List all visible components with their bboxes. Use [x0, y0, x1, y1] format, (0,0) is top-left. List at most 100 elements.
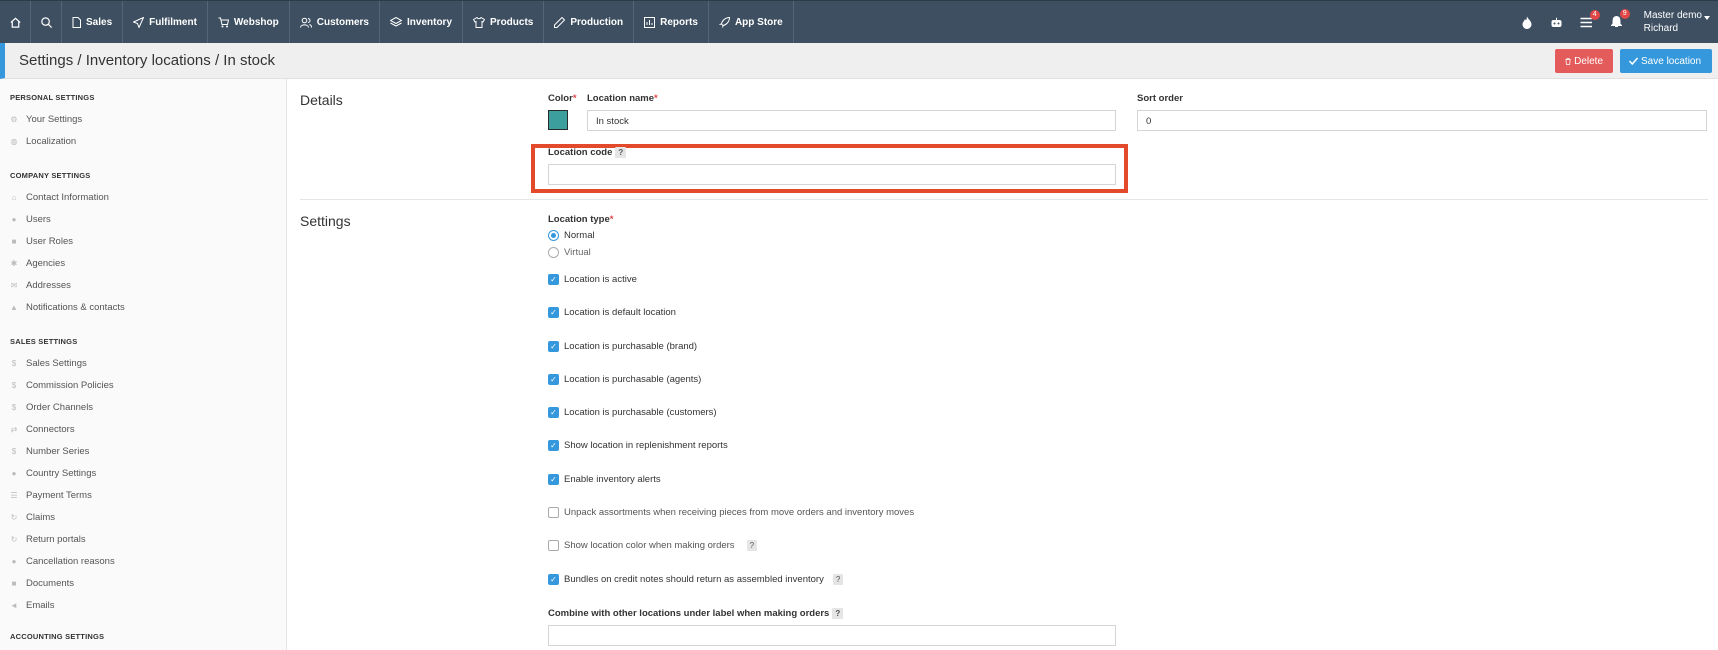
- check-icon: [1629, 57, 1638, 65]
- lock-icon: ■: [11, 237, 17, 246]
- combine-label-input[interactable]: [548, 625, 1116, 646]
- checkbox[interactable]: ✓: [548, 474, 559, 485]
- nav-inventory[interactable]: Inventory: [380, 1, 464, 43]
- radio-button[interactable]: [548, 247, 559, 258]
- robot-icon[interactable]: [1542, 17, 1572, 28]
- sidebar-item-connectors[interactable]: ⇄ Connectors: [10, 424, 75, 435]
- sidebar-item-payment-terms[interactable]: ☰ Payment Terms: [10, 490, 91, 501]
- sidebar-item-number-series[interactable]: $ Number Series: [10, 446, 90, 457]
- nav-sales[interactable]: Sales: [62, 1, 124, 43]
- color-picker[interactable]: [548, 110, 568, 130]
- nav-production[interactable]: Production: [544, 1, 635, 43]
- bell-icon: ▲: [10, 303, 18, 312]
- home-icon[interactable]: [0, 1, 31, 43]
- sidebar-item-label: Localization: [26, 136, 77, 147]
- checkbox[interactable]: ✓: [548, 407, 559, 418]
- checkbox[interactable]: ✓: [548, 274, 559, 285]
- checkbox-location-active[interactable]: ✓ Location is active: [548, 274, 637, 285]
- checkbox-unpack-assortments[interactable]: Unpack assortments when receiving pieces…: [548, 507, 914, 518]
- help-icon[interactable]: ?: [832, 574, 844, 585]
- help-icon[interactable]: ?: [832, 608, 844, 619]
- save-location-button[interactable]: Save location: [1620, 49, 1712, 73]
- checkbox[interactable]: ✓: [548, 307, 559, 318]
- nav-products-label: Products: [490, 16, 534, 28]
- checkbox-label: Bundles on credit notes should return as…: [564, 574, 824, 585]
- envelope-icon: ✉: [10, 281, 18, 290]
- sidebar-item-label: Documents: [26, 578, 75, 589]
- radio-button[interactable]: [548, 230, 559, 241]
- details-section-title: Details: [300, 92, 343, 108]
- delete-button[interactable]: Delete: [1555, 49, 1613, 73]
- send-icon: [133, 16, 145, 28]
- sidebar-item-commission-policies[interactable]: $ Commission Policies: [10, 380, 114, 391]
- user-menu[interactable]: Master demo Richard: [1644, 9, 1702, 35]
- checkbox[interactable]: ✓: [548, 341, 559, 352]
- settings-section-title: Settings: [300, 213, 351, 229]
- checkbox-bundles-credit-notes[interactable]: ✓ Bundles on credit notes should return a…: [548, 574, 844, 585]
- list-icon[interactable]: 4: [1572, 9, 1602, 28]
- checkbox-purchasable-agents[interactable]: ✓ Location is purchasable (agents): [548, 374, 701, 385]
- checkbox[interactable]: ✓: [548, 374, 559, 385]
- fire-icon[interactable]: [1512, 16, 1542, 29]
- sidebar-item-user-roles[interactable]: ■ User Roles: [10, 236, 73, 247]
- sidebar-item-notifications[interactable]: ▲ Notifications & contacts: [10, 302, 125, 313]
- location-name-input[interactable]: In stock: [587, 110, 1116, 131]
- checkbox-replenishment-reports[interactable]: ✓ Show location in replenishment reports: [548, 440, 728, 451]
- sidebar-item-order-channels[interactable]: $ Order Channels: [10, 402, 93, 413]
- home-icon: ⌂: [11, 193, 17, 202]
- radio-virtual[interactable]: Virtual: [548, 247, 591, 258]
- nav-app-store[interactable]: App Store: [709, 1, 794, 43]
- radio-normal[interactable]: Normal: [548, 230, 595, 241]
- sidebar-item-label: Return portals: [26, 534, 86, 545]
- sidebar-item-localization[interactable]: ◍ Localization: [10, 136, 77, 147]
- radio-label: Normal: [564, 230, 595, 241]
- sales-settings-heading: SALES SETTINGS: [10, 337, 78, 346]
- sidebar-item-label: Emails: [26, 600, 55, 611]
- sidebar-item-label: User Roles: [26, 236, 73, 247]
- checkbox[interactable]: [548, 540, 559, 551]
- sidebar-item-your-settings[interactable]: ⚙ Your Settings: [10, 114, 82, 125]
- sidebar-item-label: Commission Policies: [26, 380, 114, 391]
- checkbox-label: Enable inventory alerts: [564, 474, 661, 485]
- caret-down-icon[interactable]: [1704, 16, 1710, 20]
- checkbox[interactable]: ✓: [548, 574, 559, 585]
- sort-order-input[interactable]: 0: [1137, 110, 1707, 131]
- nav-webshop[interactable]: Webshop: [208, 1, 290, 43]
- location-code-input[interactable]: [548, 164, 1116, 185]
- checkbox-inventory-alerts[interactable]: ✓ Enable inventory alerts: [548, 474, 661, 485]
- sidebar-item-cancellation-reasons[interactable]: ● Cancellation reasons: [10, 556, 115, 567]
- map-marker-icon: ●: [11, 469, 17, 478]
- sidebar-item-label: Country Settings: [26, 468, 97, 479]
- sidebar-item-return-portals[interactable]: ↻ Return portals: [10, 534, 86, 545]
- user-name-line1: Master demo: [1643, 10, 1702, 21]
- nav-reports-label: Reports: [660, 16, 698, 28]
- nav-fulfilment[interactable]: Fulfilment: [123, 1, 208, 43]
- sidebar-item-sales-settings[interactable]: $ Sales Settings: [10, 358, 87, 369]
- sidebar-item-claims[interactable]: ↻ Claims: [10, 512, 55, 523]
- checkbox-purchasable-brand[interactable]: ✓ Location is purchasable (brand): [548, 341, 697, 352]
- checkbox-default-location[interactable]: ✓ Location is default location: [548, 307, 676, 318]
- exchange-icon: ⇄: [10, 425, 18, 434]
- layers-icon: [390, 16, 402, 27]
- checkbox[interactable]: ✓: [548, 440, 559, 451]
- nav-customers[interactable]: Customers: [290, 1, 380, 43]
- sidebar-item-addresses[interactable]: ✉ Addresses: [10, 280, 71, 291]
- sidebar-item-label: Cancellation reasons: [26, 556, 115, 567]
- checkbox-show-location-color[interactable]: Show location color when making orders?: [548, 540, 758, 551]
- search-icon[interactable]: [31, 1, 62, 43]
- help-icon[interactable]: ?: [746, 540, 758, 551]
- checkbox-label: Show location in replenishment reports: [564, 440, 728, 451]
- bell-icon[interactable]: 9: [1602, 9, 1632, 28]
- nav-products[interactable]: Products: [463, 1, 545, 43]
- checkbox-purchasable-customers[interactable]: ✓ Location is purchasable (customers): [548, 407, 717, 418]
- sidebar-item-emails[interactable]: ◄ Emails: [10, 600, 55, 611]
- sidebar-item-contact-information[interactable]: ⌂ Contact Information: [10, 192, 109, 203]
- radio-label: Virtual: [564, 247, 591, 258]
- sidebar-item-country-settings[interactable]: ● Country Settings: [10, 468, 97, 479]
- sidebar-item-documents[interactable]: ■ Documents: [10, 578, 74, 589]
- sidebar-item-users[interactable]: ● Users: [10, 214, 51, 225]
- checkbox[interactable]: [548, 507, 559, 518]
- help-icon[interactable]: ?: [615, 147, 627, 158]
- sidebar-item-agencies[interactable]: ✱ Agencies: [10, 258, 65, 269]
- nav-reports[interactable]: Reports: [634, 1, 709, 43]
